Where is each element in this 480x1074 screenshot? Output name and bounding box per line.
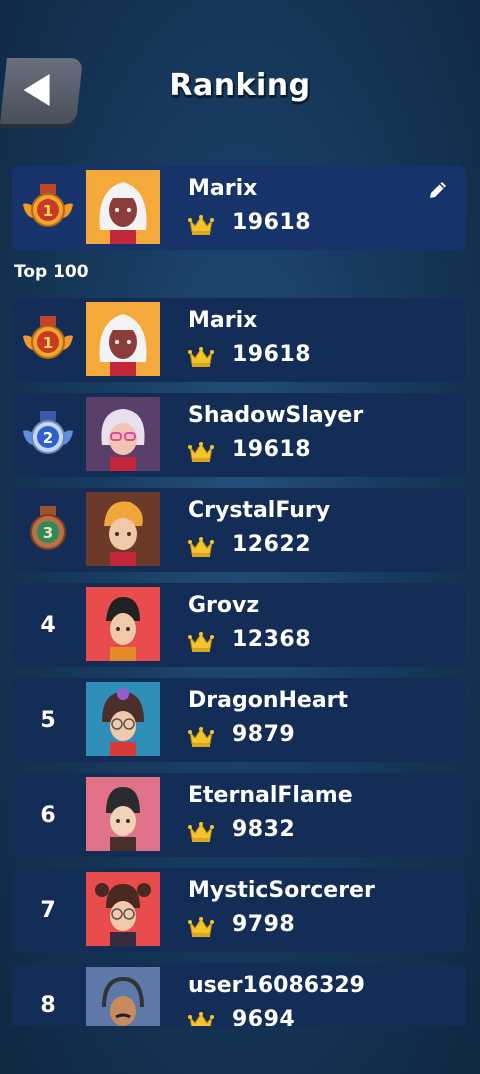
- player-name: DragonHeart: [188, 688, 349, 713]
- avatar: [86, 777, 160, 851]
- rank-1-medal-icon: 1: [12, 298, 84, 382]
- svg-text:1: 1: [43, 334, 53, 352]
- player-score: 12622: [232, 532, 312, 557]
- player-name: MysticSorcerer: [188, 878, 375, 903]
- ranking-row[interactable]: 8 user16086329 9694: [12, 963, 466, 1026]
- top-100-label: Top 100: [14, 262, 89, 282]
- rank-number: 5: [40, 707, 56, 733]
- avatar: [86, 967, 160, 1026]
- crown-icon: [188, 346, 214, 368]
- player-score: 9832: [232, 817, 296, 842]
- crown-icon: [188, 536, 214, 558]
- player-score: 12368: [232, 627, 312, 652]
- player-name: Grovz: [188, 593, 260, 618]
- crown-icon: [188, 441, 214, 463]
- player-score: 9798: [232, 912, 296, 937]
- player-name: Marix: [188, 308, 258, 333]
- crown-icon: [188, 1011, 214, 1026]
- player-score: 19618: [232, 342, 312, 367]
- ranking-row[interactable]: 1 Marix 19618: [12, 298, 466, 382]
- page-title: Ranking: [169, 68, 311, 103]
- player-score: 19618: [232, 210, 312, 235]
- avatar: [86, 492, 160, 566]
- avatar: [86, 587, 160, 661]
- rank-number: 4: [40, 612, 56, 638]
- svg-text:3: 3: [43, 524, 53, 542]
- player-score: 19618: [232, 437, 312, 462]
- avatar: [86, 682, 160, 756]
- player-name: Marix: [188, 176, 258, 201]
- avatar: [86, 397, 160, 471]
- rank-number: 7: [40, 897, 56, 923]
- crown-icon: [188, 821, 214, 843]
- top-bar: Ranking: [0, 0, 480, 150]
- ranking-list[interactable]: 1 Marix 19618 2 ShadowSlayer 19618 3 Cry…: [0, 296, 480, 1026]
- my-ranking-card[interactable]: 1 Marix 19618: [12, 166, 466, 250]
- rank-1-medal-icon: 1: [12, 166, 84, 250]
- ranking-row[interactable]: 4 Grovz 12368: [12, 583, 466, 667]
- svg-text:2: 2: [43, 429, 53, 447]
- avatar: [86, 170, 160, 244]
- ranking-row[interactable]: 3 CrystalFury 12622: [12, 488, 466, 572]
- player-score: 9879: [232, 722, 296, 747]
- ranking-row[interactable]: 5 DragonHeart 9879: [12, 678, 466, 762]
- avatar: [86, 872, 160, 946]
- player-score: 9694: [232, 1007, 296, 1026]
- player-name: user16086329: [188, 973, 365, 998]
- player-name: ShadowSlayer: [188, 403, 364, 428]
- ranking-row[interactable]: 7 MysticSorcerer 9798: [12, 868, 466, 952]
- crown-icon: [188, 214, 214, 236]
- rank-number: 8: [40, 992, 56, 1018]
- crown-icon: [188, 631, 214, 653]
- rank-3-medal-icon: 3: [12, 488, 84, 572]
- rank-2-medal-icon: 2: [12, 393, 84, 477]
- svg-text:1: 1: [43, 202, 53, 220]
- crown-icon: [188, 916, 214, 938]
- ranking-row[interactable]: 6 EternalFlame 9832: [12, 773, 466, 857]
- ranking-row[interactable]: 2 ShadowSlayer 19618: [12, 393, 466, 477]
- avatar: [86, 302, 160, 376]
- edit-pencil-icon[interactable]: [426, 178, 450, 202]
- rank-number: 6: [40, 802, 56, 828]
- crown-icon: [188, 726, 214, 748]
- player-name: EternalFlame: [188, 783, 353, 808]
- player-name: CrystalFury: [188, 498, 331, 523]
